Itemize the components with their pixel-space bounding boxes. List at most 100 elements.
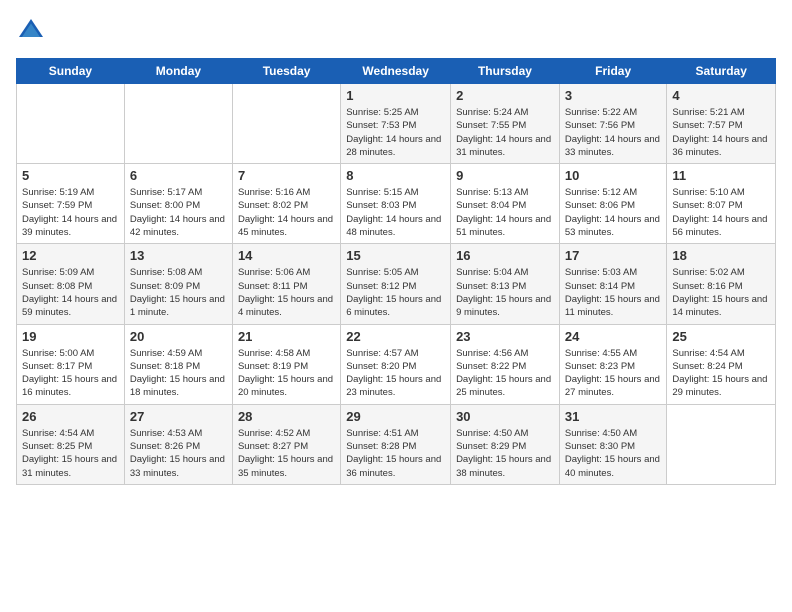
day-number: 21 xyxy=(238,329,335,344)
day-header-friday: Friday xyxy=(559,59,667,84)
day-number: 2 xyxy=(456,88,554,103)
calendar-cell: 24 Sunrise: 4:55 AM Sunset: 8:23 PM Dayli… xyxy=(559,324,667,404)
day-header-saturday: Saturday xyxy=(667,59,776,84)
cell-info: Sunrise: 5:15 AM Sunset: 8:03 PM Dayligh… xyxy=(346,186,445,239)
cell-info: Sunrise: 4:56 AM Sunset: 8:22 PM Dayligh… xyxy=(456,347,554,400)
cell-info: Sunrise: 5:04 AM Sunset: 8:13 PM Dayligh… xyxy=(456,266,554,319)
day-number: 9 xyxy=(456,168,554,183)
calendar-cell: 21Sunrise: 4:58 AM Sunset: 8:19 PM Dayli… xyxy=(232,324,340,404)
day-header-sunday: Sunday xyxy=(17,59,125,84)
day-number: 17 xyxy=(565,248,662,263)
day-header-monday: Monday xyxy=(124,59,232,84)
day-number: 30 xyxy=(456,409,554,424)
cell-info: Sunrise: 5:00 AM Sunset: 8:17 PM Dayligh… xyxy=(22,347,119,400)
day-number: 24 xyxy=(565,329,662,344)
calendar-cell: 3 Sunrise: 5:22 AM Sunset: 7:56 PM Daylig… xyxy=(559,84,667,164)
cell-info: Sunrise: 5:08 AM Sunset: 8:09 PM Dayligh… xyxy=(130,266,227,319)
calendar-cell xyxy=(667,404,776,484)
day-number: 14 xyxy=(238,248,335,263)
calendar-cell: 1 Sunrise: 5:25 AM Sunset: 7:53 PM Daylig… xyxy=(341,84,451,164)
day-number: 5 xyxy=(22,168,119,183)
calendar-cell: 16 Sunrise: 5:04 AM Sunset: 8:13 PM Dayli… xyxy=(451,244,560,324)
calendar-cell xyxy=(17,84,125,164)
cell-info: Sunrise: 5:24 AM Sunset: 7:55 PM Dayligh… xyxy=(456,106,554,159)
day-number: 6 xyxy=(130,168,227,183)
day-number: 19 xyxy=(22,329,119,344)
day-number: 16 xyxy=(456,248,554,263)
day-number: 12 xyxy=(22,248,119,263)
calendar-cell: 4 Sunrise: 5:21 AM Sunset: 7:57 PM Daylig… xyxy=(667,84,776,164)
page-container: SundayMondayTuesdayWednesdayThursdayFrid… xyxy=(0,0,792,495)
cell-info: Sunrise: 5:17 AM Sunset: 8:00 PM Dayligh… xyxy=(130,186,227,239)
cell-info: Sunrise: 5:03 AM Sunset: 8:14 PM Dayligh… xyxy=(565,266,662,319)
cell-info: Sunrise: 4:50 AM Sunset: 8:30 PM Dayligh… xyxy=(565,427,662,480)
logo xyxy=(16,16,50,46)
calendar-cell: 28Sunrise: 4:52 AM Sunset: 8:27 PM Dayli… xyxy=(232,404,340,484)
cell-info: Sunrise: 5:10 AM Sunset: 8:07 PM Dayligh… xyxy=(672,186,770,239)
week-row-3: 19 Sunrise: 5:00 AM Sunset: 8:17 PM Dayli… xyxy=(17,324,776,404)
day-number: 20 xyxy=(130,329,227,344)
logo-icon xyxy=(16,16,46,46)
calendar-cell: 11 Sunrise: 5:10 AM Sunset: 8:07 PM Dayli… xyxy=(667,164,776,244)
cell-info: Sunrise: 4:50 AM Sunset: 8:29 PM Dayligh… xyxy=(456,427,554,480)
cell-info: Sunrise: 5:05 AM Sunset: 8:12 PM Dayligh… xyxy=(346,266,445,319)
calendar-cell: 5 Sunrise: 5:19 AM Sunset: 7:59 PM Daylig… xyxy=(17,164,125,244)
calendar-cell: 9 Sunrise: 5:13 AM Sunset: 8:04 PM Daylig… xyxy=(451,164,560,244)
cell-info: Sunrise: 4:54 AM Sunset: 8:24 PM Dayligh… xyxy=(672,347,770,400)
cell-info: Sunrise: 5:16 AM Sunset: 8:02 PM Dayligh… xyxy=(238,186,335,239)
day-number: 8 xyxy=(346,168,445,183)
cell-info: Sunrise: 5:09 AM Sunset: 8:08 PM Dayligh… xyxy=(22,266,119,319)
calendar-cell: 6 Sunrise: 5:17 AM Sunset: 8:00 PM Daylig… xyxy=(124,164,232,244)
day-header-tuesday: Tuesday xyxy=(232,59,340,84)
day-number: 13 xyxy=(130,248,227,263)
calendar-cell: 7 Sunrise: 5:16 AM Sunset: 8:02 PM Daylig… xyxy=(232,164,340,244)
week-row-2: 12 Sunrise: 5:09 AM Sunset: 8:08 PM Dayli… xyxy=(17,244,776,324)
calendar-cell: 14Sunrise: 5:06 AM Sunset: 8:11 PM Dayli… xyxy=(232,244,340,324)
calendar-cell: 17 Sunrise: 5:03 AM Sunset: 8:14 PM Dayli… xyxy=(559,244,667,324)
day-number: 31 xyxy=(565,409,662,424)
week-row-4: 26Sunrise: 4:54 AM Sunset: 8:25 PM Dayli… xyxy=(17,404,776,484)
calendar-cell: 15 Sunrise: 5:05 AM Sunset: 8:12 PM Dayli… xyxy=(341,244,451,324)
calendar-cell: 12 Sunrise: 5:09 AM Sunset: 8:08 PM Dayli… xyxy=(17,244,125,324)
week-row-0: 1 Sunrise: 5:25 AM Sunset: 7:53 PM Daylig… xyxy=(17,84,776,164)
calendar-cell: 31 Sunrise: 4:50 AM Sunset: 8:30 PM Dayli… xyxy=(559,404,667,484)
calendar-cell: 23Sunrise: 4:56 AM Sunset: 8:22 PM Dayli… xyxy=(451,324,560,404)
cell-info: Sunrise: 5:02 AM Sunset: 8:16 PM Dayligh… xyxy=(672,266,770,319)
calendar-cell: 10 Sunrise: 5:12 AM Sunset: 8:06 PM Dayli… xyxy=(559,164,667,244)
calendar-table: SundayMondayTuesdayWednesdayThursdayFrid… xyxy=(16,58,776,485)
calendar-cell: 13 Sunrise: 5:08 AM Sunset: 8:09 PM Dayli… xyxy=(124,244,232,324)
calendar-cell: 19 Sunrise: 5:00 AM Sunset: 8:17 PM Dayli… xyxy=(17,324,125,404)
calendar-cell: 8 Sunrise: 5:15 AM Sunset: 8:03 PM Daylig… xyxy=(341,164,451,244)
cell-info: Sunrise: 5:12 AM Sunset: 8:06 PM Dayligh… xyxy=(565,186,662,239)
cell-info: Sunrise: 5:25 AM Sunset: 7:53 PM Dayligh… xyxy=(346,106,445,159)
day-number: 4 xyxy=(672,88,770,103)
calendar-cell: 22 Sunrise: 4:57 AM Sunset: 8:20 PM Dayli… xyxy=(341,324,451,404)
cell-info: Sunrise: 4:59 AM Sunset: 8:18 PM Dayligh… xyxy=(130,347,227,400)
calendar-cell: 2 Sunrise: 5:24 AM Sunset: 7:55 PM Daylig… xyxy=(451,84,560,164)
day-number: 11 xyxy=(672,168,770,183)
calendar-cell: 27Sunrise: 4:53 AM Sunset: 8:26 PM Dayli… xyxy=(124,404,232,484)
day-number: 22 xyxy=(346,329,445,344)
calendar-cell: 20 Sunrise: 4:59 AM Sunset: 8:18 PM Dayli… xyxy=(124,324,232,404)
header xyxy=(16,16,776,46)
cell-info: Sunrise: 4:55 AM Sunset: 8:23 PM Dayligh… xyxy=(565,347,662,400)
cell-info: Sunrise: 5:22 AM Sunset: 7:56 PM Dayligh… xyxy=(565,106,662,159)
day-number: 15 xyxy=(346,248,445,263)
day-number: 7 xyxy=(238,168,335,183)
day-number: 27 xyxy=(130,409,227,424)
day-number: 29 xyxy=(346,409,445,424)
day-number: 1 xyxy=(346,88,445,103)
cell-info: Sunrise: 5:13 AM Sunset: 8:04 PM Dayligh… xyxy=(456,186,554,239)
cell-info: Sunrise: 5:21 AM Sunset: 7:57 PM Dayligh… xyxy=(672,106,770,159)
calendar-cell: 30 Sunrise: 4:50 AM Sunset: 8:29 PM Dayli… xyxy=(451,404,560,484)
cell-info: Sunrise: 5:19 AM Sunset: 7:59 PM Dayligh… xyxy=(22,186,119,239)
cell-info: Sunrise: 4:57 AM Sunset: 8:20 PM Dayligh… xyxy=(346,347,445,400)
calendar-cell: 25Sunrise: 4:54 AM Sunset: 8:24 PM Dayli… xyxy=(667,324,776,404)
day-header-wednesday: Wednesday xyxy=(341,59,451,84)
day-number: 26 xyxy=(22,409,119,424)
day-header-thursday: Thursday xyxy=(451,59,560,84)
day-number: 10 xyxy=(565,168,662,183)
calendar-cell xyxy=(124,84,232,164)
day-number: 3 xyxy=(565,88,662,103)
calendar-cell: 29Sunrise: 4:51 AM Sunset: 8:28 PM Dayli… xyxy=(341,404,451,484)
